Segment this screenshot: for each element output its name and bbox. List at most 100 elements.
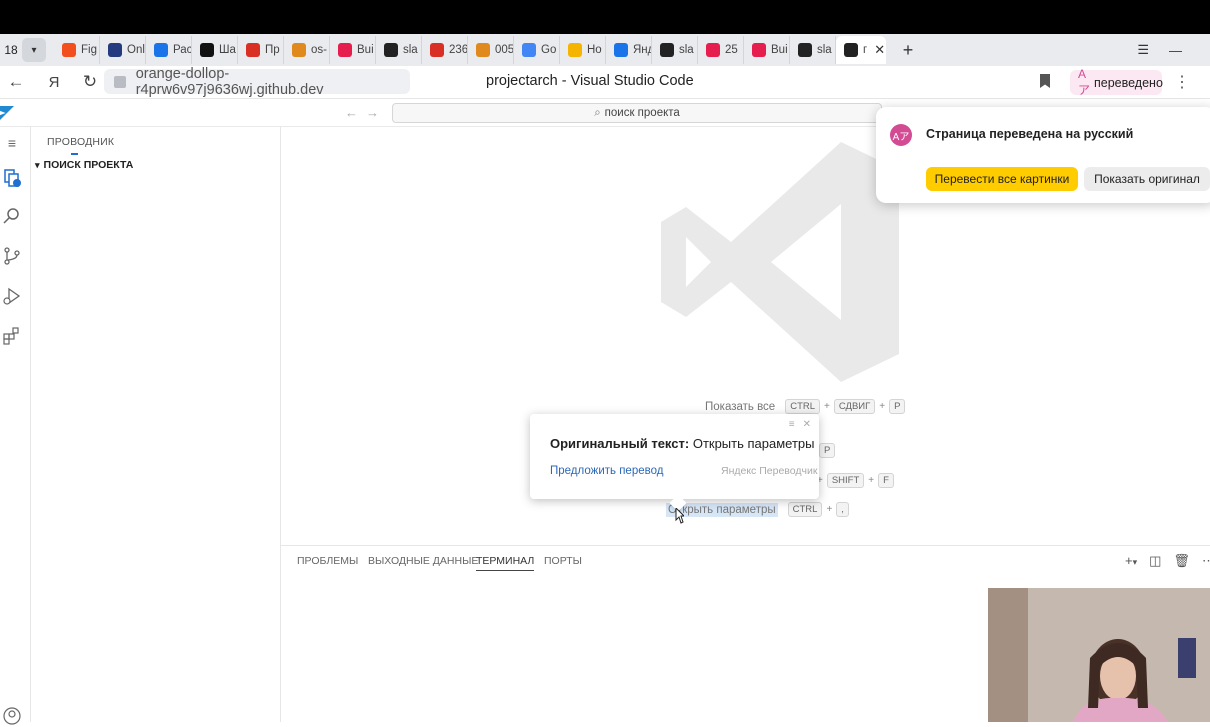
browser-tab[interactable]: г ✕ — [836, 36, 886, 64]
h-icon — [752, 43, 766, 57]
swoosh-icon — [154, 43, 168, 57]
key-shift: СДВИГ — [833, 399, 876, 414]
browser-tab[interactable]: Янд — [606, 36, 652, 64]
vscode-logo-icon — [0, 106, 14, 120]
explorer-section-label: ПОИСК ПРОЕКТА — [43, 159, 134, 171]
key-p: P — [889, 399, 906, 414]
account-icon[interactable] — [1, 705, 23, 727]
url-field[interactable]: orange-dollop-r4prw6v97j9636wj.github.de… — [104, 66, 410, 98]
command-center-label: поиск проекта — [604, 107, 680, 119]
browser-tab[interactable]: 236 — [422, 36, 468, 64]
tab-count[interactable]: 18 — [0, 43, 22, 57]
bookmark-icon[interactable] — [1040, 74, 1050, 88]
h-icon — [338, 43, 352, 57]
github-icon — [660, 43, 674, 57]
browser-tab[interactable]: os- — [284, 36, 330, 64]
new-tab-button[interactable]: + — [896, 38, 920, 62]
browser-tab[interactable]: sla — [376, 36, 422, 64]
split-terminal-icon[interactable]: ◫ — [1149, 553, 1161, 569]
pdf-icon — [246, 43, 260, 57]
browser-tab[interactable]: Ша — [192, 36, 238, 64]
explorer-icon[interactable] — [1, 167, 23, 189]
nav-forward-icon[interactable]: → — [366, 105, 379, 120]
browser-tab[interactable]: Onl — [100, 36, 146, 64]
tab-problems[interactable]: ПРОБЛЕМЫ — [297, 555, 358, 567]
new-terminal-icon[interactable]: +▾ — [1125, 553, 1137, 569]
minimize-icon[interactable]: — — [1169, 43, 1182, 58]
browser-tab-title: sla — [817, 44, 832, 56]
tab-ports[interactable]: ПОРТЫ — [544, 555, 582, 567]
show-original-button[interactable]: Показать оригинал — [1084, 167, 1210, 191]
browser-tab[interactable]: Fig — [54, 36, 100, 64]
browser-tab[interactable]: Но — [560, 36, 606, 64]
shortcut-show-all[interactable]: Показать все CTRL + СДВИГ + P — [705, 399, 906, 414]
shortcut-open-settings[interactable]: Открыть параметры CTRL + , — [666, 502, 849, 517]
explorer-section-header[interactable]: ▾ ПОИСК ПРОЕКТА — [35, 159, 133, 171]
translated-badge-label: переведено — [1094, 75, 1163, 90]
tab-manager-icon[interactable]: ☰ — [1137, 42, 1149, 58]
menu-icon[interactable]: ≡ — [1, 132, 23, 154]
trash-icon[interactable]: 🗑 — [1173, 553, 1190, 569]
tab-terminal[interactable]: ТЕРМИНАЛ — [476, 555, 535, 571]
run-debug-icon[interactable] — [1, 285, 23, 307]
github-icon — [384, 43, 398, 57]
back-icon[interactable]: ← — [0, 72, 32, 92]
key-p: P — [819, 443, 836, 458]
close-tab-icon[interactable]: ✕ — [874, 42, 885, 58]
shortcut-find-in-files[interactable]: + SHIFT + F — [817, 473, 894, 488]
search-icon[interactable] — [1, 205, 23, 227]
close-icon[interactable]: ✕ — [803, 419, 811, 430]
page-title: projectarch - Visual Studio Code — [486, 73, 694, 89]
browser-tab[interactable]: sla — [790, 36, 836, 64]
webcam-overlay — [988, 588, 1210, 722]
browser-tab[interactable]: Go — [514, 36, 560, 64]
browser-tab[interactable]: Bui — [330, 36, 376, 64]
yandex-icon[interactable]: Я — [38, 74, 70, 91]
yandex-translator-brand: Яндекс Переводчик — [721, 465, 818, 477]
browser-tab[interactable]: 25 — [698, 36, 744, 64]
browser-tab[interactable]: Пр — [238, 36, 284, 64]
browser-tab[interactable]: Рас — [146, 36, 192, 64]
paypal-icon — [108, 43, 122, 57]
mail-icon — [430, 43, 444, 57]
explorer-title: ПРОВОДНИК — [47, 136, 115, 148]
browser-tab-title: sla — [403, 44, 418, 56]
translate-notification-title: Страница переведена на русский — [926, 127, 1134, 141]
command-center-search[interactable]: ⌕ поиск проекта — [392, 103, 882, 123]
browser-tab[interactable]: 005 — [468, 36, 514, 64]
original-text-line: Оригинальный текст: Открыть параметры — [550, 436, 815, 451]
browser-tab[interactable]: sla — [652, 36, 698, 64]
original-text-value: Открыть параметры — [692, 436, 815, 451]
suggest-translation-link[interactable]: Предложить перевод — [550, 465, 663, 477]
browser-tab-title: Bui — [771, 44, 788, 56]
browser-tab-title: Onl — [127, 44, 145, 56]
explorer-title-underline — [71, 153, 78, 155]
extensions-icon[interactable] — [1, 325, 23, 347]
tab-output[interactable]: ВЫХОДНЫЕ ДАННЫЕ — [368, 555, 478, 567]
shortcut-go-to-file[interactable]: P — [819, 443, 836, 458]
browser-tab-title: 25 — [725, 44, 738, 56]
browser-tab-title: 005 — [495, 44, 513, 56]
webcam-image — [988, 588, 1210, 722]
translate-notification: Aア Страница переведена на русский Переве… — [876, 107, 1210, 203]
lock-icon — [114, 75, 126, 88]
tab-list-dropdown-icon[interactable]: ▾ — [22, 38, 46, 62]
browser-tab-title: г — [863, 44, 868, 56]
source-control-icon[interactable] — [1, 245, 23, 267]
more-menu-icon[interactable]: ⋮ — [1174, 72, 1190, 92]
browser-tab-title: Go — [541, 44, 557, 56]
screen-top-bar — [0, 0, 1210, 34]
vscode-watermark-icon — [661, 142, 899, 382]
nav-back-icon[interactable]: ← — [345, 105, 358, 120]
translate-images-button[interactable]: Перевести все картинки — [926, 167, 1078, 191]
translate-icon: Aア — [890, 124, 912, 146]
translated-badge[interactable]: Aア переведено — [1070, 67, 1163, 97]
key-ctrl: CTRL — [785, 399, 821, 414]
circle-icon — [200, 43, 214, 57]
browser-tab[interactable]: Bui — [744, 36, 790, 64]
mh-icon — [476, 43, 490, 57]
menu-icon[interactable]: ≡ — [789, 419, 795, 430]
more-icon[interactable]: ⋯ — [1202, 553, 1210, 569]
browser-address-bar: ← Я ↻ orange-dollop-r4prw6v97j9636wj.git… — [0, 66, 1210, 99]
reload-icon[interactable]: ↻ — [74, 72, 106, 92]
